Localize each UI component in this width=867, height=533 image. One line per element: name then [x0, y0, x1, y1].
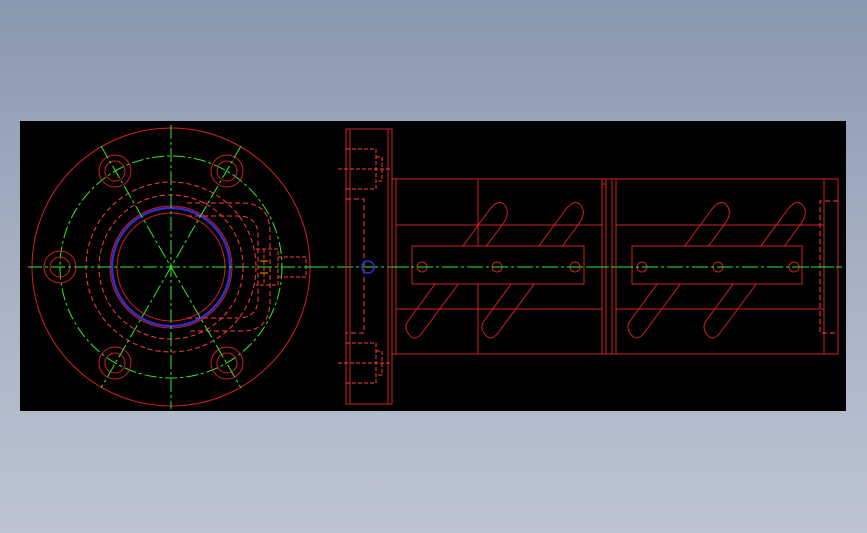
front-view	[28, 125, 312, 409]
return-tube-bar	[631, 245, 803, 285]
cad-preview-page	[0, 0, 867, 533]
flange-bore-hidden	[346, 198, 365, 334]
cad-drawing-canvas	[20, 121, 846, 411]
front-centerlines	[28, 125, 312, 409]
return-tube-bar	[411, 245, 585, 285]
